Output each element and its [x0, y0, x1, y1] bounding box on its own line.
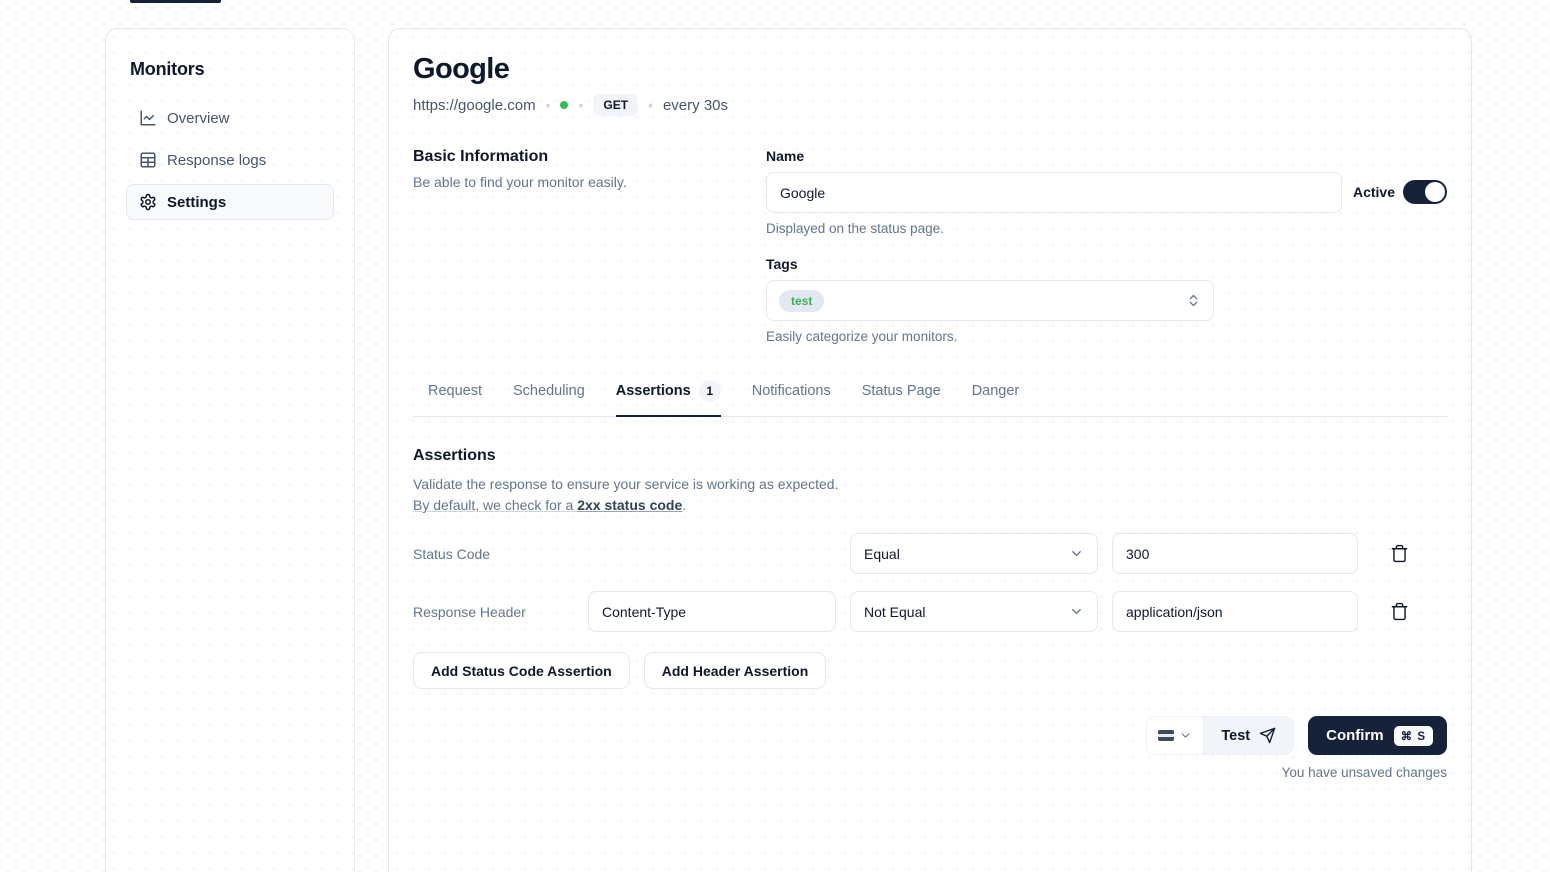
assertion-row-response-header: Response Header Not Equal — [413, 591, 1447, 632]
tab-label: Assertions — [616, 383, 691, 399]
assertion-value-input[interactable] — [1112, 533, 1358, 574]
test-button-label: Test — [1221, 728, 1250, 744]
tags-label: Tags — [766, 256, 1447, 272]
sidebar-title: Monitors — [130, 59, 334, 80]
footer-actions: Test Confirm ⌘ S — [413, 716, 1447, 755]
tab-scheduling[interactable]: Scheduling — [513, 380, 585, 417]
tab-label: Status Page — [862, 383, 941, 399]
monitors-sidebar: Monitors Overview Response logs Settings — [105, 28, 355, 872]
topnav-active-tab-indicator — [130, 0, 221, 3]
add-header-assertion-button[interactable]: Add Header Assertion — [644, 652, 827, 689]
assertions-description-line1: Validate the response to ensure your ser… — [413, 476, 838, 492]
chevrons-up-down-icon — [1186, 293, 1201, 308]
assertions-count-badge: 1 — [699, 380, 721, 402]
active-toggle-group: Active — [1353, 148, 1447, 204]
tab-label: Scheduling — [513, 383, 585, 399]
monitor-settings-panel: Google https://google.com • • GET • ever… — [388, 28, 1472, 872]
tab-request[interactable]: Request — [428, 380, 482, 417]
comparator-select[interactable]: Equal — [850, 533, 1098, 574]
trash-icon — [1390, 544, 1409, 563]
keyboard-shortcut-badge: ⌘ S — [1394, 726, 1433, 746]
name-row: Name Displayed on the status page. Activ… — [766, 148, 1447, 236]
toggle-knob — [1425, 182, 1445, 202]
comparator-select[interactable]: Not Equal — [850, 591, 1098, 632]
monitor-frequency: every 30s — [663, 97, 728, 114]
tag-pill: test — [779, 290, 824, 312]
page-layout: Monitors Overview Response logs Settings… — [0, 0, 1550, 872]
tags-select[interactable]: test — [766, 280, 1214, 321]
tags-helper: Easily categorize your monitors. — [766, 329, 1447, 344]
sidebar-item-settings[interactable]: Settings — [126, 184, 334, 220]
separator-dot: • — [648, 97, 653, 113]
tab-status-page[interactable]: Status Page — [862, 380, 941, 417]
line-chart-icon — [139, 109, 157, 127]
separator-dot: • — [546, 97, 551, 113]
assertion-type-label: Response Header — [413, 604, 574, 620]
unsaved-changes-text: You have unsaved changes — [413, 765, 1447, 780]
gear-icon — [139, 193, 157, 211]
assertion-value-input[interactable] — [1112, 591, 1358, 632]
sidebar-item-label: Overview — [167, 110, 230, 127]
name-helper: Displayed on the status page. — [766, 221, 1342, 236]
monitor-url: https://google.com — [413, 97, 536, 114]
monitor-title: Google — [413, 53, 1447, 86]
send-icon — [1259, 727, 1276, 744]
assertion-row-status-code: Status Code Equal — [413, 533, 1447, 574]
tab-danger[interactable]: Danger — [972, 380, 1020, 417]
confirm-button-label: Confirm — [1326, 727, 1384, 744]
region-flag-icon — [1158, 730, 1174, 741]
name-input[interactable] — [766, 172, 1342, 213]
chevron-down-icon — [1069, 546, 1084, 561]
name-label: Name — [766, 148, 1342, 164]
status-green-dot — [560, 101, 568, 109]
chevron-down-icon — [1069, 604, 1084, 619]
active-toggle[interactable] — [1403, 180, 1447, 204]
name-field-group: Name Displayed on the status page. — [766, 148, 1342, 236]
http-method-badge: GET — [593, 94, 638, 116]
tags-field-group: Tags test Easily categorize your monitor… — [766, 256, 1447, 344]
add-assertion-buttons: Add Status Code Assertion Add Header Ass… — [413, 652, 1447, 689]
delete-assertion-button[interactable] — [1386, 540, 1413, 567]
sidebar-item-label: Response logs — [167, 152, 266, 169]
monitor-meta: https://google.com • • GET • every 30s — [413, 94, 1447, 116]
test-button[interactable]: Test — [1204, 717, 1293, 754]
tab-label: Request — [428, 383, 482, 399]
sidebar-item-response-logs[interactable]: Response logs — [126, 142, 334, 178]
basic-information-fields: Name Displayed on the status page. Activ… — [766, 148, 1447, 344]
assertion-key-input[interactable] — [588, 591, 836, 632]
sidebar-item-label: Settings — [167, 194, 226, 211]
sidebar-item-overview[interactable]: Overview — [126, 100, 334, 136]
settings-tabs: Request Scheduling Assertions 1 Notifica… — [413, 380, 1447, 417]
section-description: Be able to find your monitor easily. — [413, 174, 766, 190]
add-status-code-assertion-button[interactable]: Add Status Code Assertion — [413, 652, 630, 689]
assertion-type-label: Status Code — [413, 546, 574, 562]
test-button-group: Test — [1146, 716, 1294, 755]
separator-dot: • — [578, 97, 583, 113]
tab-assertions[interactable]: Assertions 1 — [616, 380, 721, 417]
basic-information-intro: Basic Information Be able to find your m… — [413, 148, 766, 344]
assertions-description-line2: By default, we check for a 2xx status co… — [413, 497, 682, 513]
tab-notifications[interactable]: Notifications — [752, 380, 831, 417]
section-title: Basic Information — [413, 148, 766, 166]
assertions-title: Assertions — [413, 447, 1447, 465]
region-select-button[interactable] — [1147, 717, 1204, 754]
assertions-header: Assertions Validate the response to ensu… — [413, 447, 1447, 516]
delete-assertion-button[interactable] — [1386, 598, 1413, 625]
confirm-button[interactable]: Confirm ⌘ S — [1308, 716, 1447, 755]
tab-label: Notifications — [752, 383, 831, 399]
comparator-value: Not Equal — [864, 604, 925, 620]
active-label: Active — [1353, 184, 1395, 200]
trash-icon — [1390, 602, 1409, 621]
chevron-down-icon — [1179, 729, 1192, 742]
basic-information-section: Basic Information Be able to find your m… — [413, 148, 1447, 344]
tab-label: Danger — [972, 383, 1020, 399]
assertions-description: Validate the response to ensure your ser… — [413, 474, 1447, 516]
table-icon — [139, 151, 157, 169]
comparator-value: Equal — [864, 546, 900, 562]
